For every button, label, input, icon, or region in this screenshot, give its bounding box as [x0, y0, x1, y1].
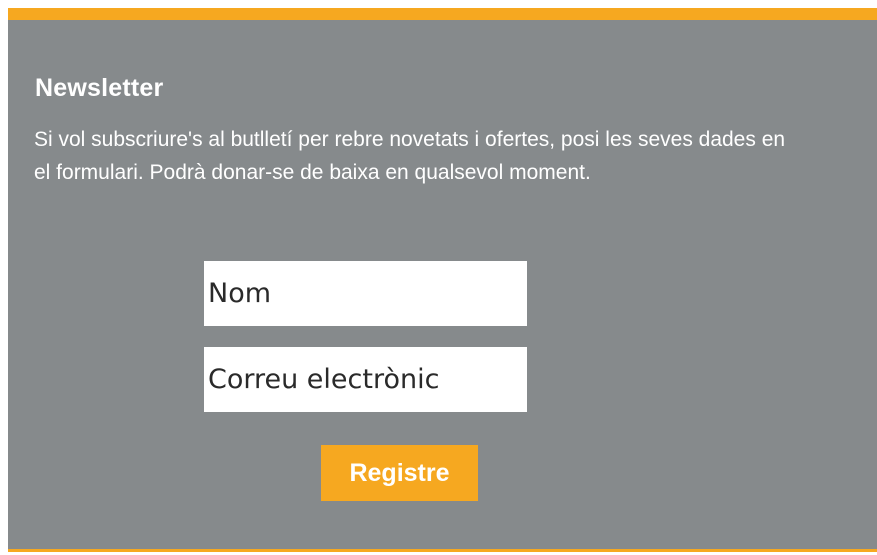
- newsletter-panel: Newsletter Si vol subscriure's al butlle…: [8, 8, 877, 552]
- email-input[interactable]: [204, 347, 527, 412]
- newsletter-description: Si vol subscriure's al butlletí per rebr…: [34, 128, 786, 184]
- name-input[interactable]: [204, 261, 527, 326]
- register-button[interactable]: Registre: [321, 445, 478, 501]
- newsletter-title: Newsletter: [35, 74, 164, 102]
- newsletter-form: [204, 261, 527, 412]
